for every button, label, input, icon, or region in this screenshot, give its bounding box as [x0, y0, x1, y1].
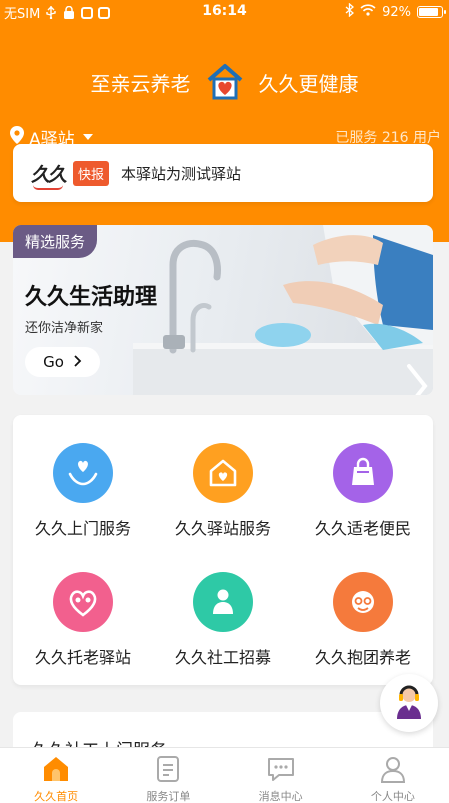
banner-tag: 精选服务 [13, 225, 98, 258]
featured-banner[interactable]: 精选服务 久久生活助理 还你洁净新家 Go [13, 225, 433, 395]
service-daycare[interactable]: 久久托老驿站 [13, 572, 153, 668]
service-label: 久久驿站服务 [174, 519, 271, 538]
chevron-right-icon [74, 353, 82, 371]
user-icon [378, 754, 408, 784]
app-logo-icon [205, 62, 245, 102]
service-label: 久久上门服务 [34, 519, 131, 538]
tab-orders[interactable]: 服务订单 [112, 748, 224, 803]
service-convenience[interactable]: 久久适老便民 [293, 443, 433, 539]
banner-title: 久久生活助理 [25, 285, 158, 310]
header: 至亲云养老 久久更健康 A驿站 已服务 216 用户 [0, 24, 449, 242]
caret-down-icon [82, 134, 93, 140]
wifi-icon [360, 4, 376, 20]
tab-label: 消息中心 [258, 790, 303, 803]
tab-bar: 久久首页 服务订单 消息中心 个人中心 [0, 747, 449, 803]
battery-percent: 92% [382, 4, 411, 20]
tab-messages[interactable]: 消息中心 [225, 748, 337, 803]
hand-heart-icon [53, 443, 113, 503]
message-icon [266, 754, 296, 784]
news-text: 本驿站为测试驿站 [121, 164, 242, 183]
banner-next-arrow-icon[interactable] [405, 364, 429, 395]
news-tag: 快报 [73, 160, 110, 186]
service-label: 久久社工招募 [174, 648, 271, 667]
heart-people-icon [53, 572, 113, 632]
service-social-worker[interactable]: 久久社工招募 [153, 572, 293, 668]
house-heart-icon [193, 443, 253, 503]
order-icon [153, 754, 183, 784]
tab-profile[interactable]: 个人中心 [337, 748, 449, 803]
slogan: 至亲云养老 久久更健康 [0, 62, 449, 102]
status-right: 92% [345, 2, 446, 21]
elder-face-icon [333, 572, 393, 632]
home-icon [41, 754, 71, 784]
service-home-visit[interactable]: 久久上门服务 [13, 443, 153, 539]
service-group-care[interactable]: 久久抱团养老 [293, 572, 433, 668]
service-label: 久久抱团养老 [314, 648, 411, 667]
news-ticker[interactable]: 久久 快报 本驿站为测试驿站 [13, 144, 433, 202]
tab-label: 服务订单 [146, 790, 191, 803]
banner-subtitle: 还你洁净新家 [25, 321, 104, 336]
customer-service-button[interactable] [380, 674, 438, 732]
shopping-bag-icon [333, 443, 393, 503]
go-button[interactable]: Go [25, 347, 100, 377]
slogan-left: 至亲云养老 [90, 71, 191, 96]
tab-label: 久久首页 [34, 790, 79, 803]
services-grid: 久久上门服务 久久驿站服务 久久适老便民 久久托老驿站 久久社工招募 久久抱团养… [13, 415, 433, 685]
tab-label: 个人中心 [370, 790, 415, 803]
slogan-right: 久久更健康 [258, 71, 359, 96]
headset-agent-icon [393, 683, 425, 723]
service-label: 久久适老便民 [314, 519, 411, 538]
cleaning-illustration [133, 225, 433, 395]
tab-home[interactable]: 久久首页 [0, 748, 112, 803]
brand-logo: 久久 [31, 160, 67, 190]
social-worker-icon [193, 572, 253, 632]
status-bar: 无SIM 16:14 92% [0, 0, 449, 24]
go-label: Go [43, 353, 64, 371]
battery-icon [417, 6, 446, 18]
service-station[interactable]: 久久驿站服务 [153, 443, 293, 539]
service-label: 久久托老驿站 [34, 648, 131, 667]
bluetooth-icon [345, 2, 355, 21]
